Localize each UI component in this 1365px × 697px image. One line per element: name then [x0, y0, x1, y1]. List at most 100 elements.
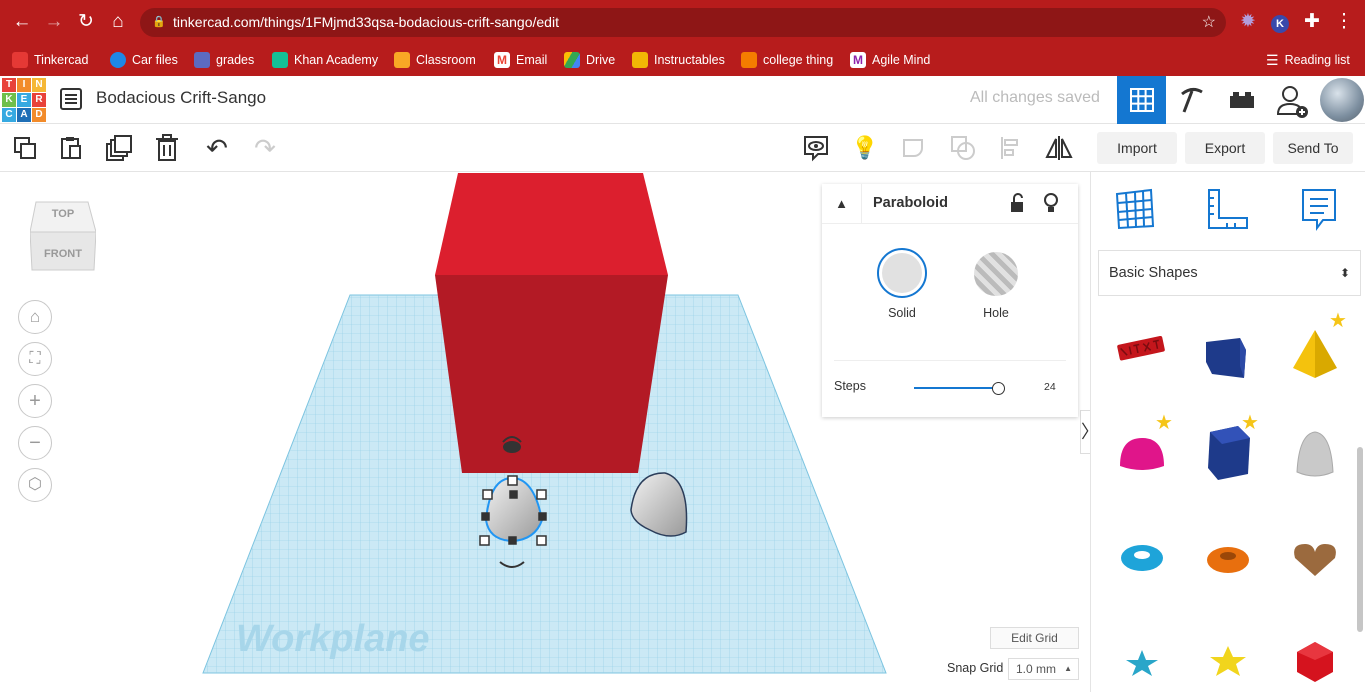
bookmark-college-thing[interactable]: college thing: [741, 44, 833, 76]
bookmark-email[interactable]: M Email: [494, 44, 547, 76]
steps-slider[interactable]: [914, 387, 1000, 389]
back-icon[interactable]: ←: [10, 10, 34, 34]
shape-category-select[interactable]: Basic Shapes ⬍: [1098, 250, 1361, 296]
align-icon[interactable]: [997, 133, 1027, 163]
bookmark-classroom[interactable]: Classroom: [394, 44, 476, 76]
bookmark-instructables[interactable]: Instructables: [632, 44, 725, 76]
snap-grid-select[interactable]: 1.0 mm ▲: [1008, 658, 1079, 680]
shape-star-gold[interactable]: [1198, 630, 1258, 690]
workplane-tool-icon[interactable]: [1113, 186, 1157, 230]
extensions-puzzle-icon[interactable]: ✚: [1300, 10, 1324, 34]
instructables-icon: [632, 52, 648, 68]
avatar[interactable]: [1320, 78, 1364, 122]
view-cube-front[interactable]: FRONT: [30, 248, 96, 260]
export-button[interactable]: Export: [1185, 132, 1265, 164]
bricks-button[interactable]: [1218, 76, 1266, 124]
perspective-icon[interactable]: ⬡: [18, 468, 52, 502]
classroom-icon: [394, 52, 410, 68]
mirror-icon[interactable]: [1044, 133, 1074, 163]
send-to-button[interactable]: Send To: [1273, 132, 1353, 164]
duplicate-icon[interactable]: [104, 133, 134, 163]
copy-icon[interactable]: [10, 133, 40, 163]
bookmark-star-icon[interactable]: ☆: [1202, 8, 1216, 37]
select-arrows-icon: ⬍: [1339, 266, 1350, 280]
view-cube[interactable]: TOP FRONT: [29, 196, 97, 274]
red-box-front[interactable]: [435, 275, 668, 473]
design-title[interactable]: Bodacious Crift-Sango: [96, 88, 266, 108]
home-view-icon[interactable]: ⌂: [18, 300, 52, 334]
red-box-top[interactable]: [435, 173, 668, 275]
notes-visibility-icon[interactable]: [801, 133, 831, 163]
steps-label: Steps: [834, 379, 866, 393]
tinkercad-logo[interactable]: T I N K E R C A D: [2, 78, 46, 122]
inspector-header: ▲ Paraboloid: [822, 184, 1078, 224]
address-bar[interactable]: 🔒 tinkercad.com/things/1FMjmd33qsa-bodac…: [140, 8, 1226, 37]
shape-paraboloid[interactable]: [1285, 424, 1345, 484]
bookmark-label: Classroom: [416, 53, 476, 67]
paste-icon[interactable]: [56, 133, 86, 163]
shape-torus[interactable]: [1112, 528, 1172, 588]
panel-scrollbar[interactable]: [1357, 447, 1363, 632]
reading-list-button[interactable]: ☰ Reading list: [1266, 44, 1350, 76]
fit-view-icon[interactable]: ⛶: [18, 342, 52, 376]
bookmark-label: grades: [216, 53, 255, 67]
pickaxe-button[interactable]: [1168, 76, 1216, 124]
redo-icon[interactable]: ↷: [250, 133, 280, 163]
trash-icon[interactable]: [152, 133, 182, 163]
hole-swatch[interactable]: [974, 252, 1018, 296]
inspector-divider: [834, 360, 1066, 361]
shapes-panel: Basic Shapes ⬍ ★ ★ ★: [1090, 172, 1365, 692]
lightbulb-icon[interactable]: 💡: [850, 133, 880, 163]
ruler-tool-icon[interactable]: [1205, 186, 1251, 230]
shape-tube[interactable]: [1198, 528, 1258, 588]
pickaxe-icon: [1181, 87, 1203, 113]
bookmark-label: Drive: [586, 53, 616, 67]
home-icon[interactable]: ⌂: [106, 10, 130, 34]
add-user-button[interactable]: [1272, 82, 1312, 120]
ungroup-icon[interactable]: [948, 133, 978, 163]
bookmark-car-files[interactable]: Car files: [110, 44, 178, 76]
steps-slider-thumb[interactable]: [992, 382, 1005, 395]
caret-up-icon: ▲: [1064, 664, 1072, 673]
bookmark-grades[interactable]: grades: [194, 44, 254, 76]
solid-label[interactable]: Solid: [877, 306, 927, 320]
logo-letter: K: [2, 93, 16, 107]
shape-category-value: Basic Shapes: [1109, 265, 1198, 281]
favorite-star-icon: ★: [1155, 412, 1173, 434]
inspector-title: Paraboloid: [873, 195, 948, 211]
view-cube-top[interactable]: TOP: [30, 208, 96, 220]
zoom-out-icon[interactable]: −: [18, 426, 52, 460]
design-menu-icon[interactable]: [58, 86, 84, 112]
edit-toolbar: ↶ ↷ 💡 Import Export Send To: [0, 124, 1365, 172]
shape-box[interactable]: [1198, 328, 1258, 388]
solid-swatch[interactable]: [877, 248, 927, 298]
menu-icon[interactable]: ⋮: [1332, 10, 1356, 34]
bookmark-agile-mind[interactable]: M Agile Mind: [850, 44, 930, 76]
zoom-in-icon[interactable]: +: [18, 384, 52, 418]
shape-heart[interactable]: [1285, 528, 1345, 588]
import-button[interactable]: Import: [1097, 132, 1177, 164]
shape-icosahedron[interactable]: [1285, 630, 1345, 690]
bookmark-tinkercad[interactable]: Tinkercad: [12, 44, 88, 76]
profile-k-icon[interactable]: K: [1268, 10, 1292, 34]
shape-star[interactable]: [1112, 632, 1172, 692]
steps-value[interactable]: 24: [1044, 381, 1056, 393]
lock-shape-icon[interactable]: [1008, 193, 1026, 213]
group-icon[interactable]: [899, 133, 929, 163]
edit-grid-button[interactable]: Edit Grid: [990, 627, 1079, 649]
undo-icon[interactable]: ↶: [202, 133, 232, 163]
collapse-caret-icon[interactable]: ▲: [822, 184, 862, 224]
bookmark-drive[interactable]: Drive: [564, 44, 615, 76]
reload-icon[interactable]: ↻: [74, 10, 98, 34]
hole-label[interactable]: Hole: [970, 306, 1022, 320]
favorite-star-icon: ★: [1241, 412, 1259, 434]
lock-icon: 🔒: [152, 16, 166, 28]
extension-icon[interactable]: ✹: [1236, 10, 1260, 34]
notes-tool-icon[interactable]: [1299, 186, 1339, 232]
forward-icon[interactable]: →: [42, 10, 66, 34]
lightbulb-shape-icon[interactable]: [1042, 192, 1060, 214]
shape-text[interactable]: [1112, 318, 1172, 378]
3d-view-button[interactable]: [1117, 76, 1166, 124]
bookmark-khan-academy[interactable]: Khan Academy: [272, 44, 378, 76]
khan-academy-icon: [272, 52, 288, 68]
